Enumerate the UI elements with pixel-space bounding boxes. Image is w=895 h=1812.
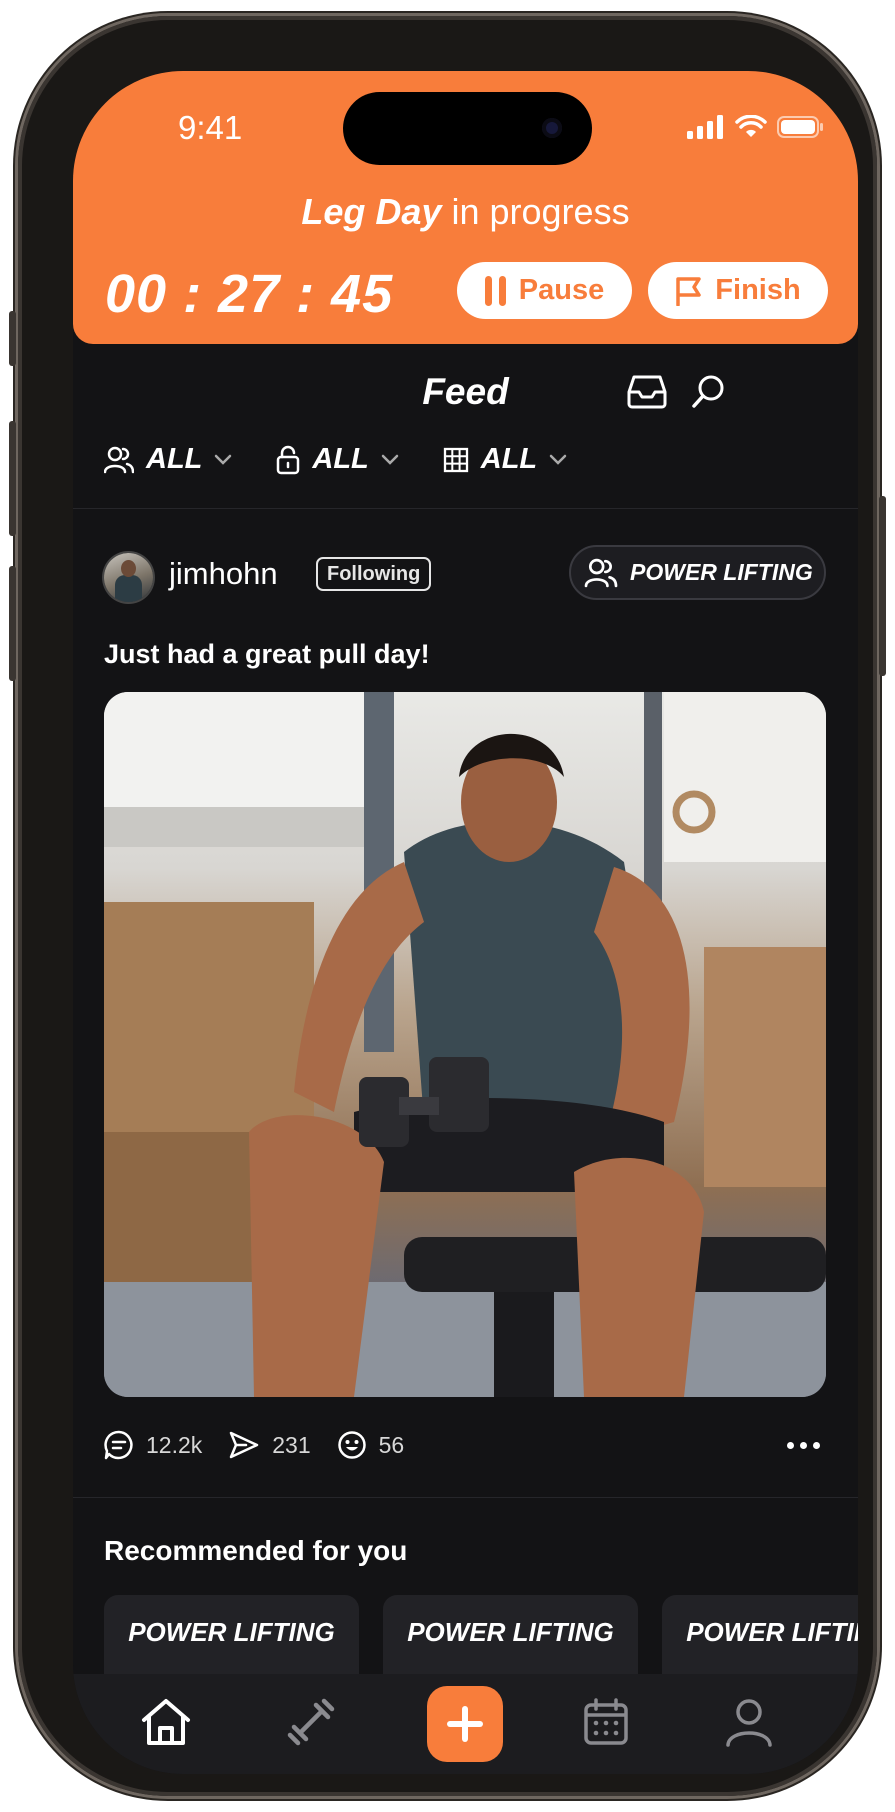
add-button[interactable] (427, 1686, 503, 1762)
post-actions: 12.2k 231 56 (104, 1430, 404, 1460)
post-username[interactable]: jimhohn (169, 556, 278, 592)
status-bar-time: 9:41 (178, 109, 243, 146)
recommended-card-label: POWER LIFTING (128, 1617, 335, 1647)
recommended-title: Recommended for you (104, 1535, 408, 1566)
comment-icon (104, 1430, 133, 1460)
volume-up-button (9, 421, 16, 536)
recommended-card-label: POWER LIFTING (686, 1617, 858, 1647)
pause-button[interactable]: Pause (457, 262, 632, 319)
audience-filter-label: ALL (146, 443, 203, 475)
privacy-filter-dropdown[interactable]: ALL (276, 443, 398, 476)
feed-filters: ALL ALL ALL (104, 443, 567, 476)
bottom-tab-bar (73, 1674, 858, 1774)
reaction-count: 56 (378, 1431, 405, 1458)
group-chip-label: POWER LIFTING (630, 559, 813, 585)
volume-down-button (9, 566, 16, 681)
following-badge[interactable]: Following (316, 557, 432, 591)
status-bar-icons (687, 115, 825, 139)
dynamic-island (343, 92, 592, 165)
workout-name: Leg Day (301, 191, 442, 232)
react-button[interactable]: 56 (337, 1430, 405, 1460)
search-icon[interactable] (690, 374, 726, 410)
more-dot (800, 1442, 807, 1449)
phone-frame: 9:41 Leg Day in progress 00: 27: 45 Pa… (9, 16, 886, 1796)
avatar[interactable] (104, 553, 153, 602)
recommended-card-label: POWER LIFTING (407, 1617, 614, 1647)
post-divider (73, 1497, 858, 1498)
chevron-down-icon (549, 454, 567, 465)
calendar-icon[interactable] (580, 1696, 632, 1748)
more-dot (813, 1442, 820, 1449)
more-options-button[interactable] (787, 1442, 820, 1449)
lock-icon (277, 445, 300, 474)
users-icon (584, 558, 618, 587)
signal-icon (687, 115, 723, 139)
users-icon (104, 446, 134, 473)
chevron-down-icon (215, 454, 232, 465)
add-icon (447, 1706, 483, 1742)
category-filter-dropdown[interactable]: ALL (443, 443, 567, 476)
more-dot (787, 1442, 794, 1449)
grid-icon (443, 447, 468, 472)
group-chip[interactable]: POWER LIFTING (569, 545, 826, 600)
finish-button[interactable]: Finish (648, 262, 828, 319)
workout-in-progress-banner[interactable]: 9:41 Leg Day in progress 00: 27: 45 Pa… (73, 71, 858, 344)
share-count: 231 (272, 1431, 311, 1458)
workout-timer: 00 : 27 : 45 (105, 264, 394, 324)
post-photo[interactable] (104, 692, 826, 1397)
app-screen: 9:41 Leg Day in progress 00: 27: 45 Pa… (73, 71, 858, 1774)
share-button[interactable]: 231 (228, 1430, 311, 1460)
battery-icon (777, 116, 823, 138)
post-text: Just had a great pull day! (104, 639, 430, 669)
home-icon[interactable] (140, 1696, 192, 1748)
category-filter-label: ALL (480, 443, 538, 475)
wifi-icon (735, 115, 767, 137)
comment-count: 12.2k (146, 1431, 203, 1458)
inbox-icon[interactable] (627, 374, 667, 410)
page-title: Feed (422, 371, 509, 412)
flag-icon (676, 276, 702, 306)
pause-icon (484, 275, 506, 306)
pause-label: Pause (518, 274, 605, 306)
finish-label: Finish (715, 274, 801, 306)
smiley-icon (337, 1431, 366, 1459)
workout-status-title: Leg Day in progress (73, 191, 858, 233)
chevron-down-icon (381, 454, 398, 465)
action-button (9, 311, 16, 366)
send-icon (230, 1431, 259, 1459)
profile-icon[interactable] (723, 1696, 775, 1748)
audience-filter-dropdown[interactable]: ALL (104, 443, 232, 476)
power-button (879, 496, 886, 676)
dumbbell-icon[interactable] (285, 1696, 337, 1748)
header-divider (73, 508, 858, 509)
privacy-filter-label: ALL (312, 443, 369, 475)
comment-button[interactable]: 12.2k (104, 1430, 202, 1460)
post-photo-illustration (104, 692, 826, 1397)
workout-status-text: in progress (451, 191, 630, 232)
